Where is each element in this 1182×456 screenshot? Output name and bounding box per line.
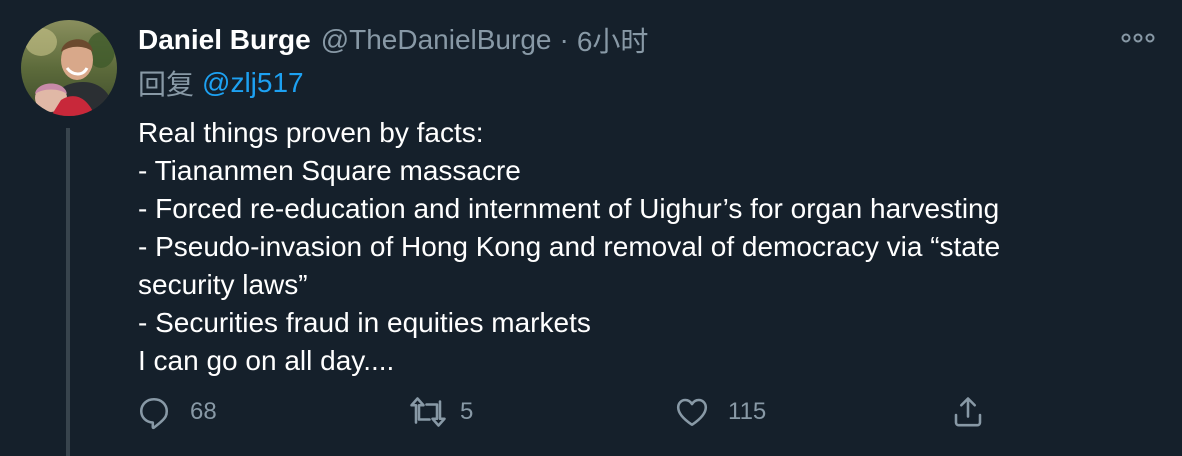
retweet-icon — [410, 397, 446, 427]
avatar-image — [21, 20, 117, 116]
reply-to-handle[interactable]: @zlj517 — [202, 67, 304, 99]
tweet-text-line: I can go on all day.... — [138, 345, 395, 376]
more-button[interactable] — [1118, 26, 1158, 50]
like-count: 115 — [728, 398, 767, 425]
like-button[interactable]: 115 — [674, 392, 766, 432]
tweet-text-line: - Securities fraud in equities markets — [138, 307, 591, 338]
tweet-text-line: - Forced re-education and internment of … — [138, 193, 1000, 224]
tweet-text: Real things proven by facts: - Tiananmen… — [138, 114, 1138, 380]
reply-count: 68 — [190, 398, 217, 425]
reply-button[interactable]: 68 — [136, 392, 217, 432]
share-icon — [954, 397, 982, 427]
thread-line — [66, 128, 70, 456]
heart-icon — [676, 398, 708, 427]
avatar[interactable] — [21, 20, 117, 116]
reply-context: 回复 @zlj517 — [138, 64, 304, 102]
tweet-text-line: - Tiananmen Square massacre — [138, 155, 521, 186]
separator-dot: · — [559, 24, 569, 55]
action-bar: 68 5 115 — [136, 392, 996, 432]
user-handle[interactable]: @TheDanielBurge — [321, 24, 552, 56]
retweet-button[interactable]: 5 — [408, 392, 473, 432]
display-name[interactable]: Daniel Burge — [138, 24, 311, 56]
tweet-text-line: security laws” — [138, 269, 308, 300]
timestamp[interactable]: 6小时 — [577, 20, 649, 60]
retweet-count: 5 — [460, 398, 474, 425]
reply-icon — [139, 397, 169, 430]
tweet-text-line: - Pseudo-invasion of Hong Kong and remov… — [138, 231, 1001, 262]
share-button[interactable] — [950, 392, 986, 432]
reply-prefix: 回复 — [138, 69, 195, 100]
tweet[interactable]: Daniel Burge @TheDanielBurge · 6小时 回复 @z… — [0, 0, 1182, 456]
tweet-header: Daniel Burge @TheDanielBurge · 6小时 — [138, 20, 648, 60]
tweet-text-line: Real things proven by facts: — [138, 117, 484, 148]
more-icon — [1121, 33, 1155, 43]
